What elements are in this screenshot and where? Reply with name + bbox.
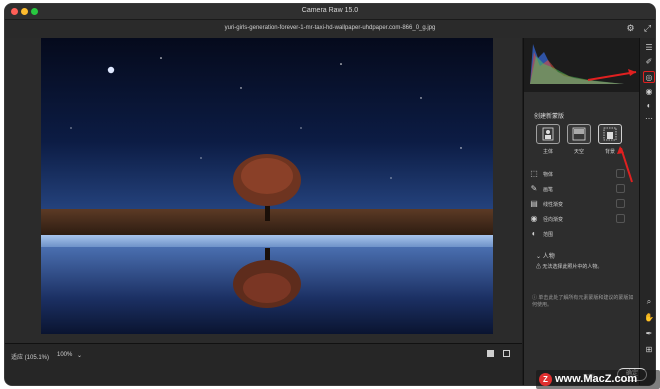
histogram-graph xyxy=(530,44,637,84)
masking-icon[interactable]: ◎ xyxy=(643,71,655,83)
radial-gradient-icon: ◉ xyxy=(530,214,538,223)
shortcut-key xyxy=(616,169,625,178)
brush-icon: ✎ xyxy=(530,184,538,193)
grid-icon[interactable]: ⊞ xyxy=(643,344,655,356)
histogram xyxy=(524,38,640,92)
background-icon xyxy=(603,127,617,141)
presets-icon[interactable]: ◐ xyxy=(643,100,655,112)
person-icon xyxy=(542,127,554,141)
zoom-select[interactable]: 100% xyxy=(57,352,72,358)
people-section-header[interactable]: ⌄ 人物 xyxy=(536,251,555,260)
zoom-icon[interactable]: ⌕ xyxy=(643,296,655,308)
shortcut-key xyxy=(616,184,625,193)
tree-and-reflection xyxy=(233,154,301,308)
image-canvas[interactable] xyxy=(5,38,522,343)
color-sampler-icon[interactable]: ✒ xyxy=(643,328,655,340)
people-warning-text: 无法选择此照片中的人物。 xyxy=(542,264,603,270)
sky-mask-button[interactable] xyxy=(567,124,591,144)
watermark-logo: Z xyxy=(539,373,552,386)
right-tool-rail: ☰ ✐ ◎ ◉ ◐ ⋯ ⌕ ✋ ✒ ⊞ xyxy=(639,38,655,385)
object-icon: ⬚ xyxy=(530,169,538,178)
photo-preview xyxy=(41,38,493,334)
brush-tool[interactable]: ✎ 画笔 xyxy=(528,183,628,197)
linear-gradient-icon: ▤ xyxy=(530,199,538,208)
shortcut-key xyxy=(616,214,625,223)
background-mask-button[interactable] xyxy=(598,124,622,144)
range-icon: ◐ xyxy=(531,229,537,238)
edit-sliders-icon[interactable]: ☰ xyxy=(643,42,655,54)
window-title: Camera Raw 15.0 xyxy=(301,7,359,14)
healing-icon[interactable]: ✐ xyxy=(643,56,655,68)
sky-icon xyxy=(572,127,586,141)
compare-view-icon[interactable] xyxy=(503,350,510,357)
people-heading: 人物 xyxy=(542,254,555,260)
camera-raw-window: Camera Raw 15.0 yuri-girls-generation-fo… xyxy=(4,3,656,386)
single-view-icon[interactable] xyxy=(487,350,494,357)
info-tip: ⓘ 单击此处了解所有元素蒙版和建议的蒙版如何使用。 xyxy=(532,295,636,309)
hand-icon[interactable]: ✋ xyxy=(643,312,655,324)
file-bar: yuri-girls-generation-forever-1-mr-taxi-… xyxy=(5,20,655,38)
title-bar: Camera Raw 15.0 xyxy=(5,4,655,20)
subject-mask-button[interactable] xyxy=(536,124,560,144)
object-tool[interactable]: ⬚ 物体 xyxy=(528,168,628,182)
watermark: Z www.MacZ.com xyxy=(536,370,660,389)
people-warning: ⚠ 无法选择此照片中的人物。 xyxy=(536,264,603,270)
gear-icon[interactable]: ⚙ xyxy=(625,23,636,34)
shortcut-key xyxy=(616,199,625,208)
info-text: 单击此处了解所有元素蒙版和建议的蒙版如何使用。 xyxy=(532,295,634,308)
watermark-text: www.MacZ.com xyxy=(555,373,638,385)
file-name: yuri-girls-generation-forever-1-mr-taxi-… xyxy=(224,25,436,31)
range-tool[interactable]: ◐ 范围 xyxy=(528,228,628,242)
bottom-toolbar: 适应 (105.1%) 100% ⌄ xyxy=(5,343,522,385)
linear-gradient-tool[interactable]: ▤ 线性渐变 xyxy=(528,198,628,212)
radial-gradient-tool[interactable]: ◉ 径向渐变 xyxy=(528,213,628,227)
chevron-down-icon[interactable]: ⌄ xyxy=(77,352,82,359)
mask-section-title: 创建新蒙版 xyxy=(534,114,565,120)
red-eye-icon[interactable]: ◉ xyxy=(643,86,655,98)
masking-panel: 创建新蒙版 主体 天空 背景 ⬚ 物体 ✎ 画笔 ▤ 线性渐变 ◉ 径向渐变 ◐… xyxy=(523,38,640,385)
more-options-icon[interactable]: ⋯ xyxy=(643,113,655,125)
fit-zoom-label[interactable]: 适应 (105.1%) xyxy=(11,352,49,361)
expand-icon[interactable]: ⤢ xyxy=(642,23,653,34)
